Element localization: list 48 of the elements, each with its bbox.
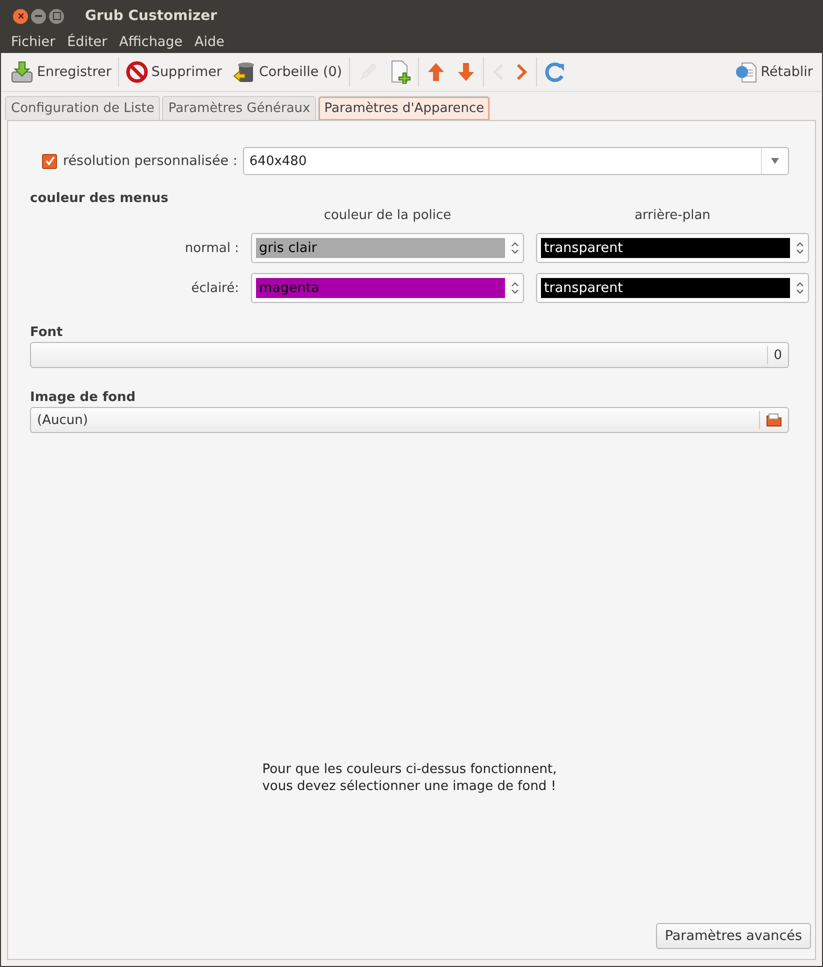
close-icon bbox=[16, 12, 24, 20]
new-file-icon bbox=[389, 60, 412, 84]
spinner-arrows-icon bbox=[511, 241, 519, 255]
section-heading: Font bbox=[30, 325, 64, 340]
reload-icon bbox=[544, 61, 566, 83]
advanced-settings-button[interactable]: Paramètres avancés bbox=[656, 923, 811, 949]
spinner-arrows-icon bbox=[796, 281, 804, 295]
arrow-down-icon bbox=[456, 61, 476, 83]
download-icon bbox=[10, 60, 34, 84]
toolbar-button[interactable]: Supprimer bbox=[121, 59, 227, 85]
color-selector[interactable]: transparent bbox=[536, 273, 809, 303]
font-button[interactable]: 0 bbox=[30, 342, 789, 368]
toolbar-button[interactable]: Rétablir bbox=[728, 59, 818, 85]
document-icon bbox=[734, 61, 758, 83]
menu-item[interactable]: Éditer bbox=[61, 34, 114, 50]
tab[interactable]: Paramètres Généraux bbox=[162, 96, 316, 120]
menu-item[interactable]: Affichage bbox=[113, 34, 189, 50]
menu-item[interactable]: Aide bbox=[188, 34, 230, 50]
trash-icon bbox=[232, 60, 256, 84]
spinner-arrows-icon bbox=[796, 241, 804, 255]
checkbox-label: résolution personnalisée : bbox=[63, 153, 238, 169]
tab[interactable]: Configuration de Liste bbox=[5, 96, 160, 120]
column-header: arrière-plan bbox=[634, 208, 712, 223]
menu-item[interactable]: Fichier bbox=[5, 34, 62, 50]
section-heading: Image de fond bbox=[30, 390, 137, 405]
minimize-button[interactable] bbox=[31, 8, 46, 24]
toolbar-button[interactable]: Corbeille (0) bbox=[226, 58, 348, 86]
toolbar-button[interactable]: Enregistrer bbox=[5, 58, 116, 86]
resolution-combo-box[interactable]: 640x480 bbox=[243, 147, 789, 175]
file-chooser-button[interactable]: (Aucun) bbox=[30, 407, 789, 433]
close-button[interactable] bbox=[13, 8, 28, 24]
column-header: couleur de la police bbox=[322, 208, 452, 223]
dropdown-arrow-icon bbox=[771, 158, 779, 164]
row-label: éclairé: bbox=[190, 280, 239, 296]
checkbox[interactable] bbox=[42, 154, 57, 168]
maximize-button[interactable] bbox=[49, 8, 64, 24]
spinner-arrows-icon bbox=[511, 281, 519, 295]
window-title: Grub Customizer bbox=[85, 8, 218, 24]
tab[interactable]: Paramètres d'Apparence bbox=[318, 96, 490, 120]
section-heading: couleur des menus bbox=[30, 191, 170, 206]
notice-text: Pour que les couleurs ci-dessus fonctionnent, vous devez sélectionner une image de fond ! bbox=[262, 761, 557, 795]
no-entry-icon bbox=[126, 61, 148, 83]
color-selector[interactable]: transparent bbox=[536, 233, 809, 263]
row-label: normal : bbox=[184, 240, 239, 256]
folder-icon bbox=[766, 413, 782, 427]
arrow-up-icon bbox=[426, 61, 446, 83]
chevron-right-icon bbox=[515, 62, 530, 82]
color-selector[interactable]: gris clair bbox=[251, 233, 524, 263]
